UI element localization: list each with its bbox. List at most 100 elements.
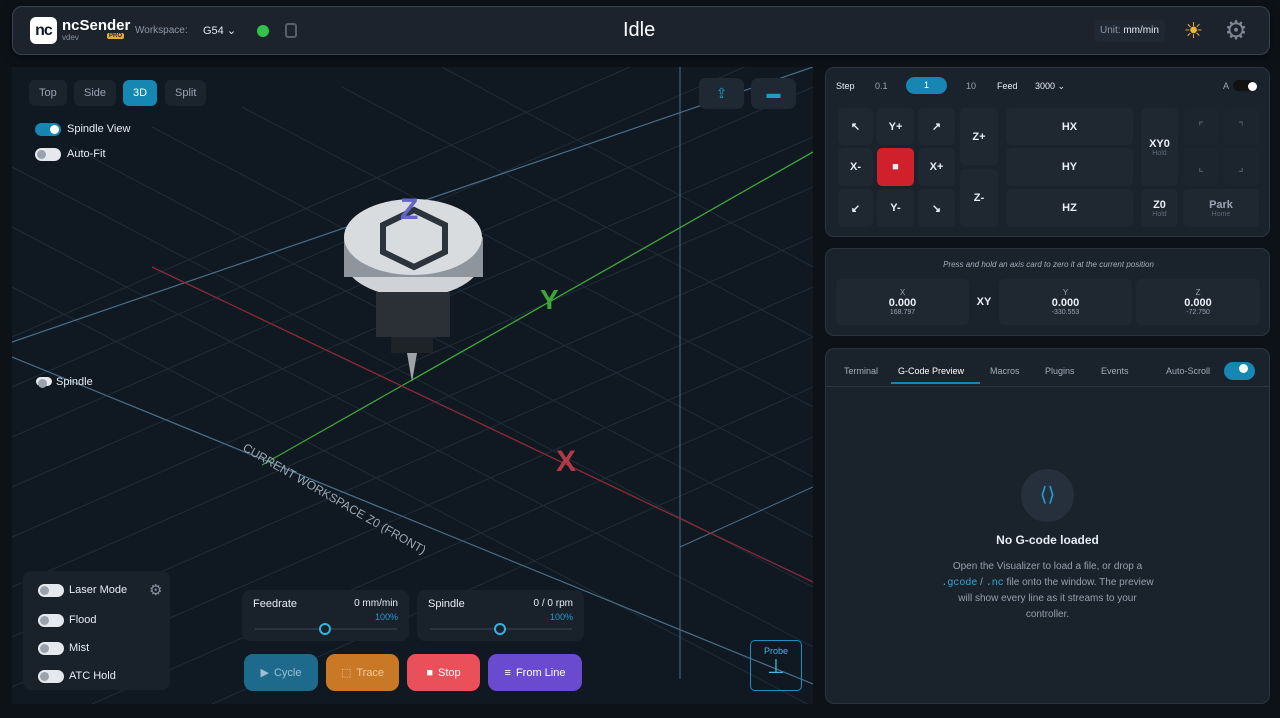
- laser-settings-gear-icon[interactable]: ⚙: [149, 581, 162, 599]
- workspace-label: Workspace:: [135, 25, 188, 36]
- workspace-value: G54: [203, 25, 224, 37]
- empty-title: No G-code loaded: [996, 533, 1099, 547]
- zero-xy-card[interactable]: XY: [969, 279, 999, 325]
- empty-line2: will show every line as it streams to yo…: [958, 593, 1137, 604]
- empty-line3: controller.: [1025, 608, 1070, 620]
- spindle-label: Spindle: [56, 376, 93, 388]
- spindle-override-label: Spindle: [428, 598, 465, 610]
- auto-scroll-toggle[interactable]: [1224, 362, 1255, 380]
- axis-card-z[interactable]: Z 0.000 -72.750: [1136, 279, 1260, 325]
- jog-ne-arrow-icon[interactable]: ↗: [918, 108, 955, 145]
- unit-display[interactable]: Unit: mm/min: [1094, 20, 1165, 42]
- zero-hint: Press and hold an axis card to zero it a…: [943, 260, 1154, 269]
- jog-z-minus[interactable]: Z-: [960, 169, 998, 227]
- trace-button[interactable]: ⬚ Trace: [326, 654, 399, 691]
- app-version: vdev: [62, 33, 79, 42]
- cycle-button[interactable]: ▶ Cycle: [244, 654, 318, 691]
- axis-card-x[interactable]: X 0.000 168.797: [836, 279, 969, 325]
- ext-nc: .nc: [985, 577, 1004, 589]
- laser-mode-toggle[interactable]: [38, 584, 64, 597]
- zero-xy-sub: Hold: [1152, 149, 1167, 157]
- view-tab-split[interactable]: Split: [165, 80, 207, 106]
- probe-button[interactable]: Probe ⊥: [750, 640, 802, 691]
- mist-toggle[interactable]: [38, 642, 64, 655]
- feed-label: Feed: [997, 81, 1018, 91]
- auto-scroll-label: Auto-Scroll: [1166, 366, 1211, 376]
- a-axis-label: A: [1223, 81, 1230, 91]
- flood-label: Flood: [69, 614, 97, 626]
- feedrate-override: Feedrate 0 mm/min 100%: [242, 590, 409, 641]
- atc-hold-toggle[interactable]: [38, 670, 64, 683]
- axis-z-label: Z: [400, 193, 418, 226]
- ext-gcode: .gcode: [941, 577, 978, 589]
- cycle-label: Cycle: [273, 666, 302, 679]
- jog-se-arrow-icon[interactable]: ↘: [918, 189, 955, 227]
- spindle-view-toggle[interactable]: [35, 123, 61, 136]
- corner-bl-icon[interactable]: ⌞: [1183, 148, 1219, 186]
- connection-status-icon: [257, 25, 269, 37]
- zero-xy-label: XY0: [1149, 137, 1170, 150]
- jog-panel: Step 0.1 1 10 Feed 3000 ⌄ A ↖ Y+ ↗ X- ■ …: [825, 67, 1270, 237]
- tab-plugins[interactable]: Plugins: [1045, 366, 1075, 376]
- feed-value: 3000: [1035, 81, 1056, 91]
- zero-xy-button[interactable]: XY0 Hold: [1141, 108, 1178, 186]
- view-tab-side[interactable]: Side: [74, 80, 117, 106]
- corner-br-icon[interactable]: ⌟: [1223, 148, 1259, 186]
- unit-value: mm/min: [1123, 25, 1159, 36]
- step-0-1[interactable]: 0.1: [875, 81, 888, 91]
- axis-card-y[interactable]: Y 0.000 -330.553: [999, 279, 1132, 325]
- step-1[interactable]: 1: [906, 77, 947, 94]
- tab-terminal[interactable]: Terminal: [844, 366, 878, 376]
- upload-icon[interactable]: ⇪: [699, 78, 744, 109]
- tab-events[interactable]: Events: [1101, 366, 1129, 376]
- home-y-button[interactable]: HY: [1006, 148, 1133, 186]
- trace-label: Trace: [356, 666, 385, 679]
- laser-mode-label: Laser Mode: [69, 584, 128, 596]
- play-icon: ▶: [260, 667, 269, 679]
- from-line-button[interactable]: ≡ From Line: [488, 654, 582, 691]
- zero-z-button[interactable]: Z0 Hold: [1141, 189, 1178, 227]
- view-tab-top[interactable]: Top: [29, 80, 67, 106]
- coolant-panel: Laser Mode ⚙ Flood Mist ATC Hold: [23, 571, 170, 690]
- a-axis-toggle[interactable]: [1233, 80, 1257, 91]
- jog-y-plus[interactable]: Y+: [877, 108, 914, 145]
- app-title: ncSender: [62, 17, 131, 34]
- feed-select[interactable]: 3000 ⌄: [1035, 81, 1065, 92]
- jog-x-plus[interactable]: X+: [918, 148, 955, 186]
- spindle-override: Spindle 0 / 0 rpm 100%: [417, 590, 584, 641]
- jog-y-minus[interactable]: Y-: [877, 189, 914, 227]
- jog-stop-icon[interactable]: ■: [877, 148, 914, 186]
- folder-icon[interactable]: ▬: [751, 78, 796, 109]
- jog-x-minus[interactable]: X-: [838, 148, 873, 186]
- theme-toggle-sun-icon[interactable]: ☀: [1183, 20, 1204, 42]
- tab-gcode-preview[interactable]: G-Code Preview: [898, 366, 964, 376]
- park-label: Park: [1209, 198, 1233, 211]
- jog-sw-arrow-icon[interactable]: ↙: [838, 189, 873, 227]
- jog-nw-arrow-icon[interactable]: ↖: [838, 108, 873, 145]
- lock-icon[interactable]: [285, 23, 297, 38]
- position-panel: Press and hold an axis card to zero it a…: [825, 248, 1270, 336]
- visualizer-viewport[interactable]: CURRENT WORKSPACE Z0 (FRONT) Z Y X Top S…: [12, 67, 813, 704]
- workspace-select[interactable]: G54 ⌄: [203, 24, 236, 37]
- park-button[interactable]: Park Home: [1183, 189, 1259, 227]
- spindle-slider-handle[interactable]: [494, 623, 506, 635]
- z-label: Z: [1195, 288, 1201, 297]
- view-tab-3d[interactable]: 3D: [123, 80, 158, 106]
- home-x-button[interactable]: HX: [1006, 108, 1133, 145]
- corner-tr-icon[interactable]: ⌝: [1223, 108, 1259, 145]
- feedrate-slider-handle[interactable]: [319, 623, 331, 635]
- auto-fit-toggle[interactable]: [35, 148, 61, 161]
- step-10[interactable]: 10: [966, 81, 976, 91]
- y-machine: -330.553: [1051, 309, 1080, 316]
- stop-icon: ■: [426, 666, 433, 679]
- trace-icon: ⬚: [340, 667, 352, 679]
- axis-y-label: Y: [540, 284, 559, 315]
- corner-tl-icon[interactable]: ⌜: [1183, 108, 1219, 145]
- tab-macros[interactable]: Macros: [990, 366, 1020, 376]
- jog-z-plus[interactable]: Z+: [960, 108, 998, 165]
- spindle-visibility-toggle[interactable]: [36, 377, 52, 388]
- flood-toggle[interactable]: [38, 614, 64, 627]
- settings-gear-icon[interactable]: ⚙: [1224, 17, 1248, 43]
- stop-button[interactable]: ■ Stop: [407, 654, 480, 691]
- home-z-button[interactable]: HZ: [1006, 189, 1133, 227]
